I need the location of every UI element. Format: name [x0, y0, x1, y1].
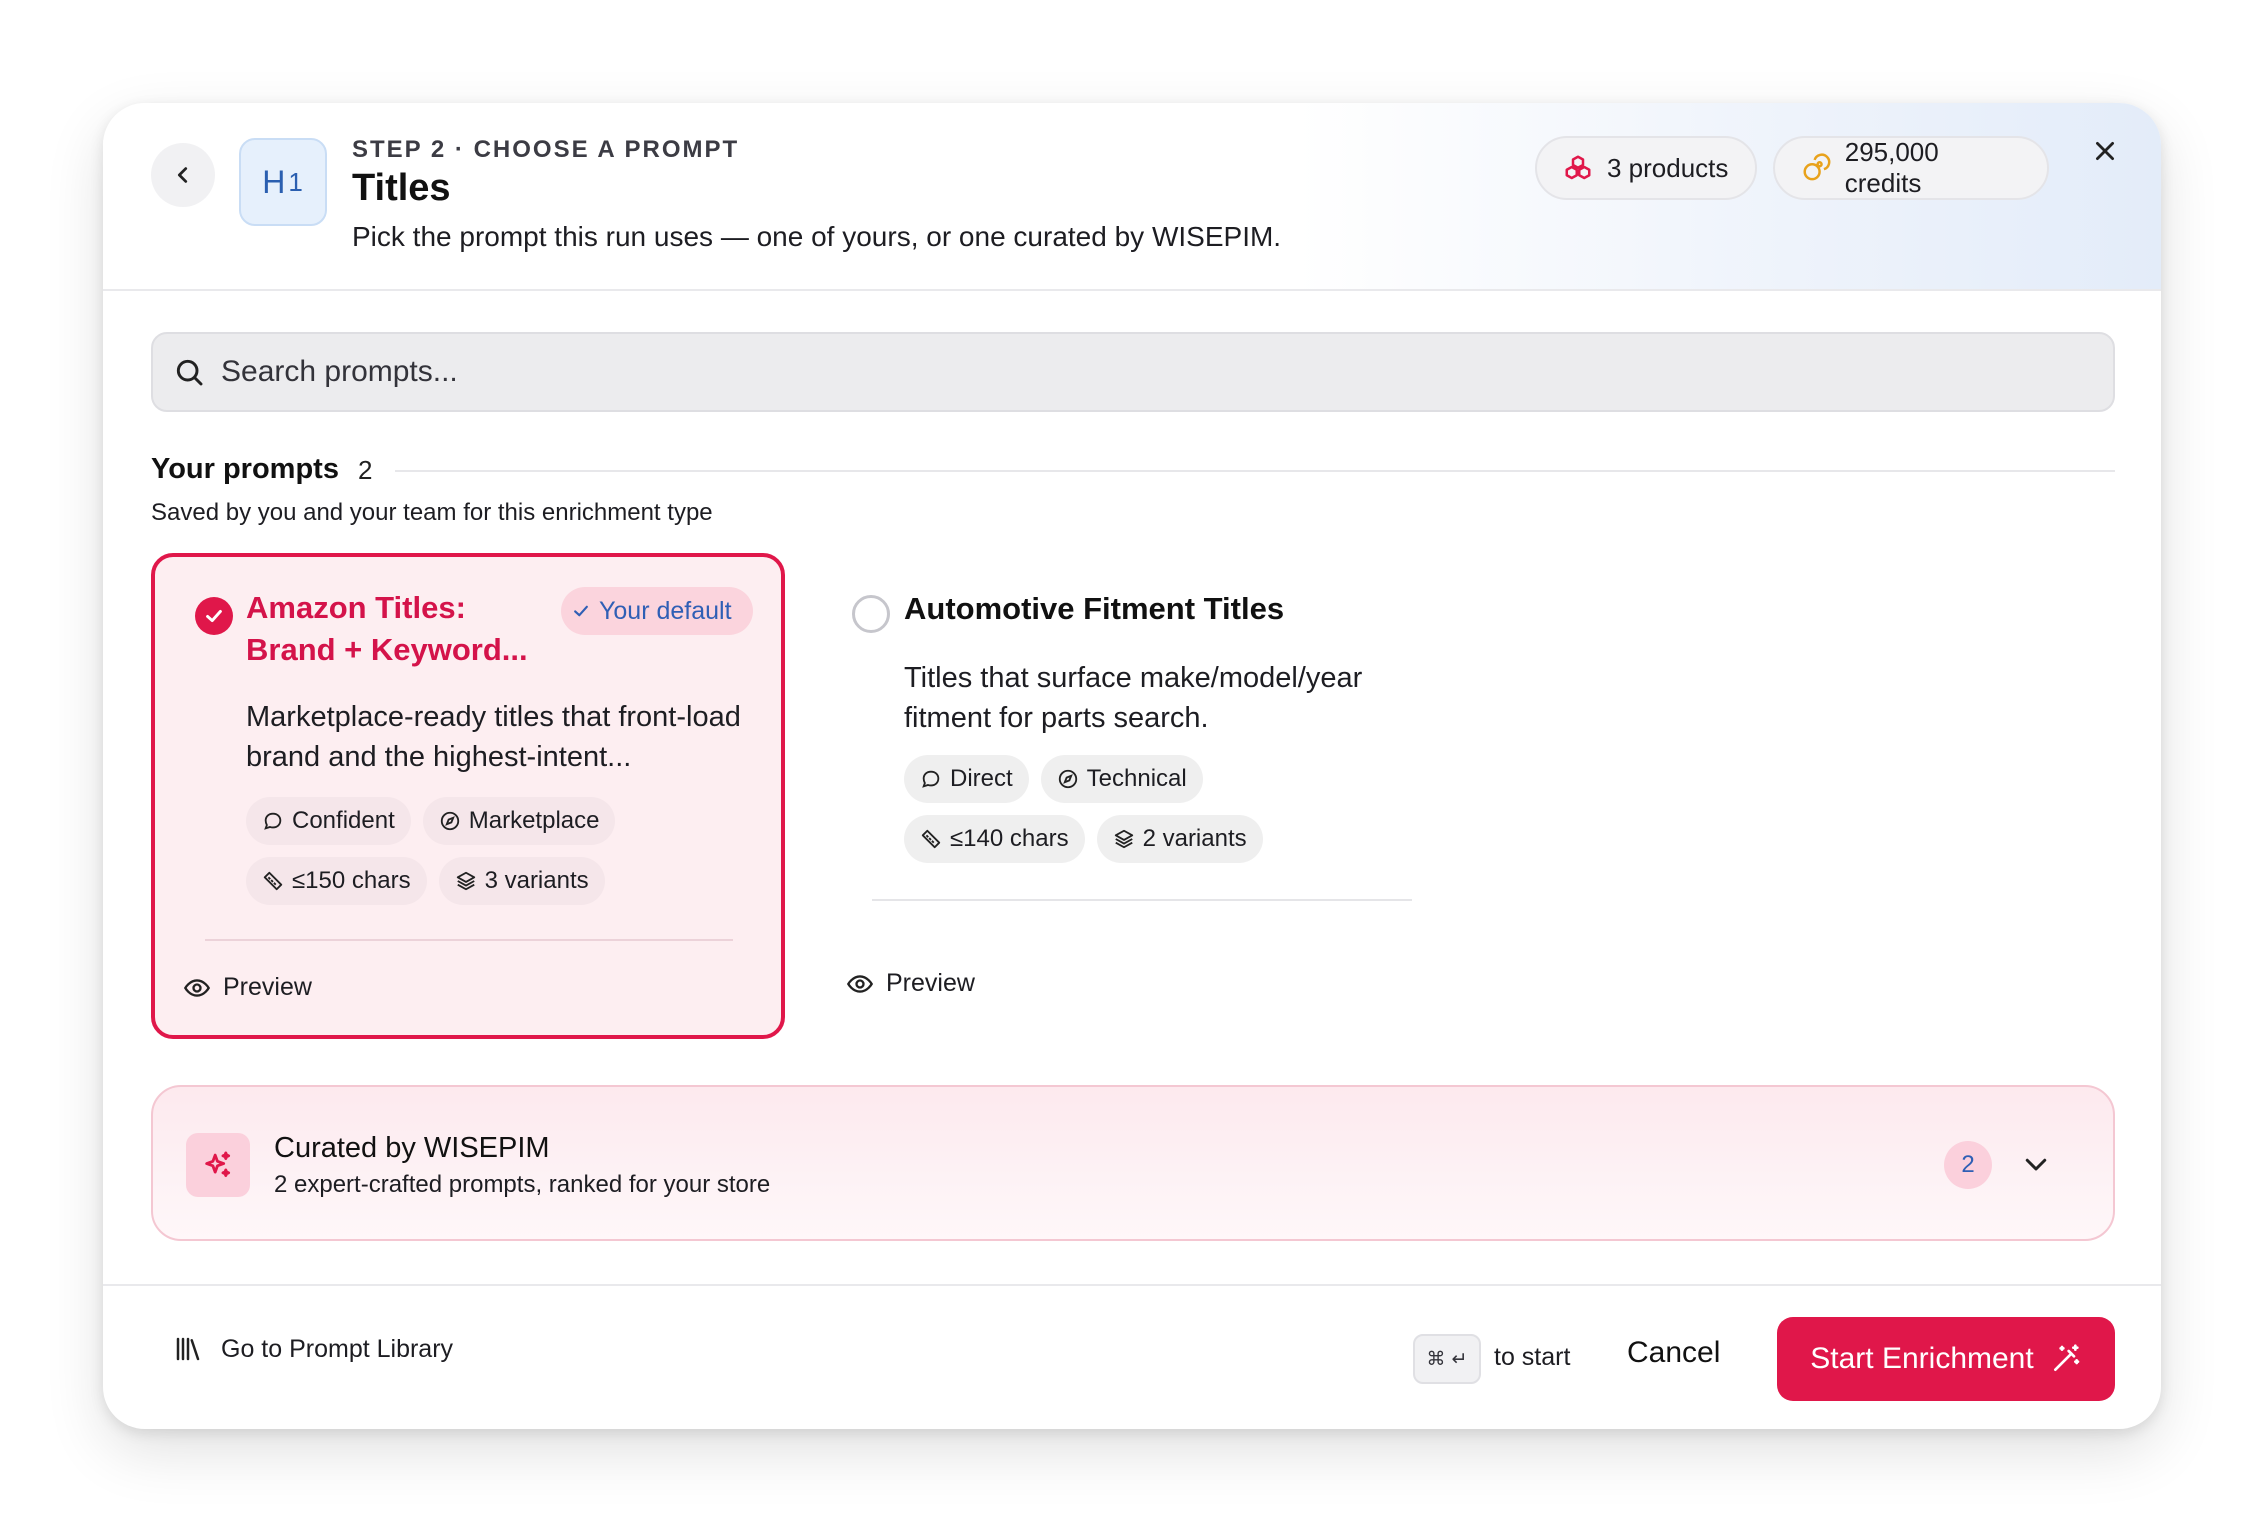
prompt-card-title: Amazon Titles: Brand + Keyword... — [246, 590, 528, 667]
preview-button[interactable]: Preview — [846, 969, 975, 998]
products-label: 3 products — [1607, 152, 1729, 183]
tone-chip: Confident — [246, 797, 411, 845]
variants-label: 3 variants — [484, 867, 589, 894]
preview-button[interactable]: Preview — [183, 973, 312, 1002]
prompt-card-automotive-fitment[interactable]: Automotive Fitment Titles Titles that su… — [812, 553, 1446, 1039]
prompt-card-title: Automotive Fitment Titles — [904, 591, 1285, 626]
search-bar — [151, 332, 2115, 412]
section-divider — [395, 470, 2115, 472]
radio-selected[interactable] — [195, 597, 233, 635]
prompt-card-description: Marketplace-ready titles that front-load… — [246, 701, 741, 773]
style-label: Marketplace — [468, 807, 600, 834]
page-subtitle: Pick the prompt this run uses — one of y… — [352, 221, 1282, 252]
curated-subtitle: 2 expert-crafted prompts, ranked for you… — [274, 1171, 771, 1198]
back-button[interactable] — [151, 143, 215, 207]
prompt-card-tags: Confident Marketplace — [246, 797, 616, 845]
close-button[interactable] — [2083, 129, 2127, 173]
your-prompts-title: Your prompts — [151, 453, 339, 485]
ruler-icon — [921, 829, 941, 849]
magic-wand-icon — [2053, 1344, 2080, 1371]
check-icon — [574, 605, 588, 617]
prompt-card-amazon-titles[interactable]: Amazon Titles: Brand + Keyword... Your d… — [151, 553, 785, 1039]
choose-prompt-modal: H1 STEP 2 · CHOOSE A PROMPT Titles Pick … — [103, 103, 2161, 1429]
curated-title: Curated by WISEPIM — [274, 1132, 550, 1164]
library-icon — [176, 1337, 200, 1361]
prompt-library-label: Go to Prompt Library — [221, 1334, 454, 1363]
variants-label: 2 variants — [1142, 825, 1247, 852]
speech-bubble-icon — [264, 812, 282, 830]
card-divider — [205, 939, 733, 941]
chevron-down-icon[interactable] — [2021, 1149, 2051, 1179]
eye-icon — [183, 978, 211, 997]
style-label: Technical — [1086, 765, 1187, 792]
length-label: ≤140 chars — [950, 825, 1069, 852]
default-badge-label: Your default — [599, 596, 732, 625]
curated-section-toggle[interactable]: Curated by WISEPIM 2 expert-crafted prom… — [151, 1085, 2115, 1241]
eye-icon — [846, 974, 874, 993]
credits-label: 295,000 credits — [1844, 137, 1939, 198]
ruler-icon — [263, 871, 283, 891]
style-chip: Technical — [1040, 755, 1203, 803]
prompt-card-tags: Direct Technical — [904, 755, 1203, 803]
layers-icon — [456, 871, 475, 891]
check-icon — [206, 609, 222, 623]
tone-label: Direct — [950, 765, 1013, 792]
search-input[interactable] — [221, 355, 2081, 389]
heading-type-letter: H — [262, 163, 287, 200]
prompt-card-specs: ≤150 chars 3 variants — [246, 857, 605, 905]
close-icon — [2096, 142, 2114, 160]
sparkles-icon — [186, 1133, 250, 1197]
card-divider — [872, 899, 1412, 901]
preview-label: Preview — [223, 973, 312, 1001]
preview-label: Preview — [886, 969, 975, 997]
search-icon — [176, 359, 203, 386]
compass-icon — [440, 811, 459, 831]
start-enrichment-button[interactable]: Start Enrichment — [1777, 1317, 2115, 1401]
your-prompts-description: Saved by you and your team for this enri… — [151, 499, 713, 526]
keyboard-shortcut: ⌘ ↵ — [1413, 1334, 1481, 1384]
compass-icon — [1058, 769, 1077, 789]
products-pill: 3 products — [1535, 136, 1757, 200]
step-label: STEP 2 · CHOOSE A PROMPT — [352, 136, 740, 163]
length-label: ≤150 chars — [292, 867, 411, 894]
prompt-library-link[interactable]: Go to Prompt Library — [173, 1334, 453, 1364]
credits-pill: 295,000 credits — [1773, 136, 2049, 200]
variants-chip: 3 variants — [438, 857, 605, 905]
tone-label: Confident — [292, 807, 395, 834]
variants-chip: 2 variants — [1096, 815, 1263, 863]
cancel-button[interactable]: Cancel — [1627, 1336, 1720, 1370]
your-prompts-count: 2 — [358, 455, 373, 485]
heading-type-level: 1 — [288, 166, 304, 197]
start-enrichment-label: Start Enrichment — [1810, 1342, 2034, 1375]
length-chip: ≤140 chars — [904, 815, 1085, 863]
modal-footer: Go to Prompt Library ⌘ ↵ to start Cancel… — [103, 1284, 2161, 1429]
modal-header: H1 STEP 2 · CHOOSE A PROMPT Titles Pick … — [103, 103, 2161, 291]
radio-unselected[interactable] — [852, 595, 890, 633]
default-badge: Your default — [561, 587, 753, 635]
page-title: Titles — [352, 167, 451, 209]
heading-type-icon: H1 — [239, 138, 327, 226]
layers-icon — [1114, 829, 1133, 849]
style-chip: Marketplace — [422, 797, 616, 845]
coins-icon — [1803, 153, 1831, 181]
cubes-icon — [1565, 155, 1591, 180]
length-chip: ≤150 chars — [246, 857, 427, 905]
curated-count-badge: 2 — [1944, 1141, 1992, 1189]
prompt-card-specs: ≤140 chars 2 variants — [904, 815, 1263, 863]
prompt-card-description: Titles that surface make/model/year fitm… — [904, 662, 1363, 734]
tone-chip: Direct — [904, 755, 1029, 803]
speech-bubble-icon — [922, 770, 940, 788]
shortcut-hint: to start — [1494, 1343, 1571, 1371]
chevron-left-icon — [177, 167, 188, 183]
